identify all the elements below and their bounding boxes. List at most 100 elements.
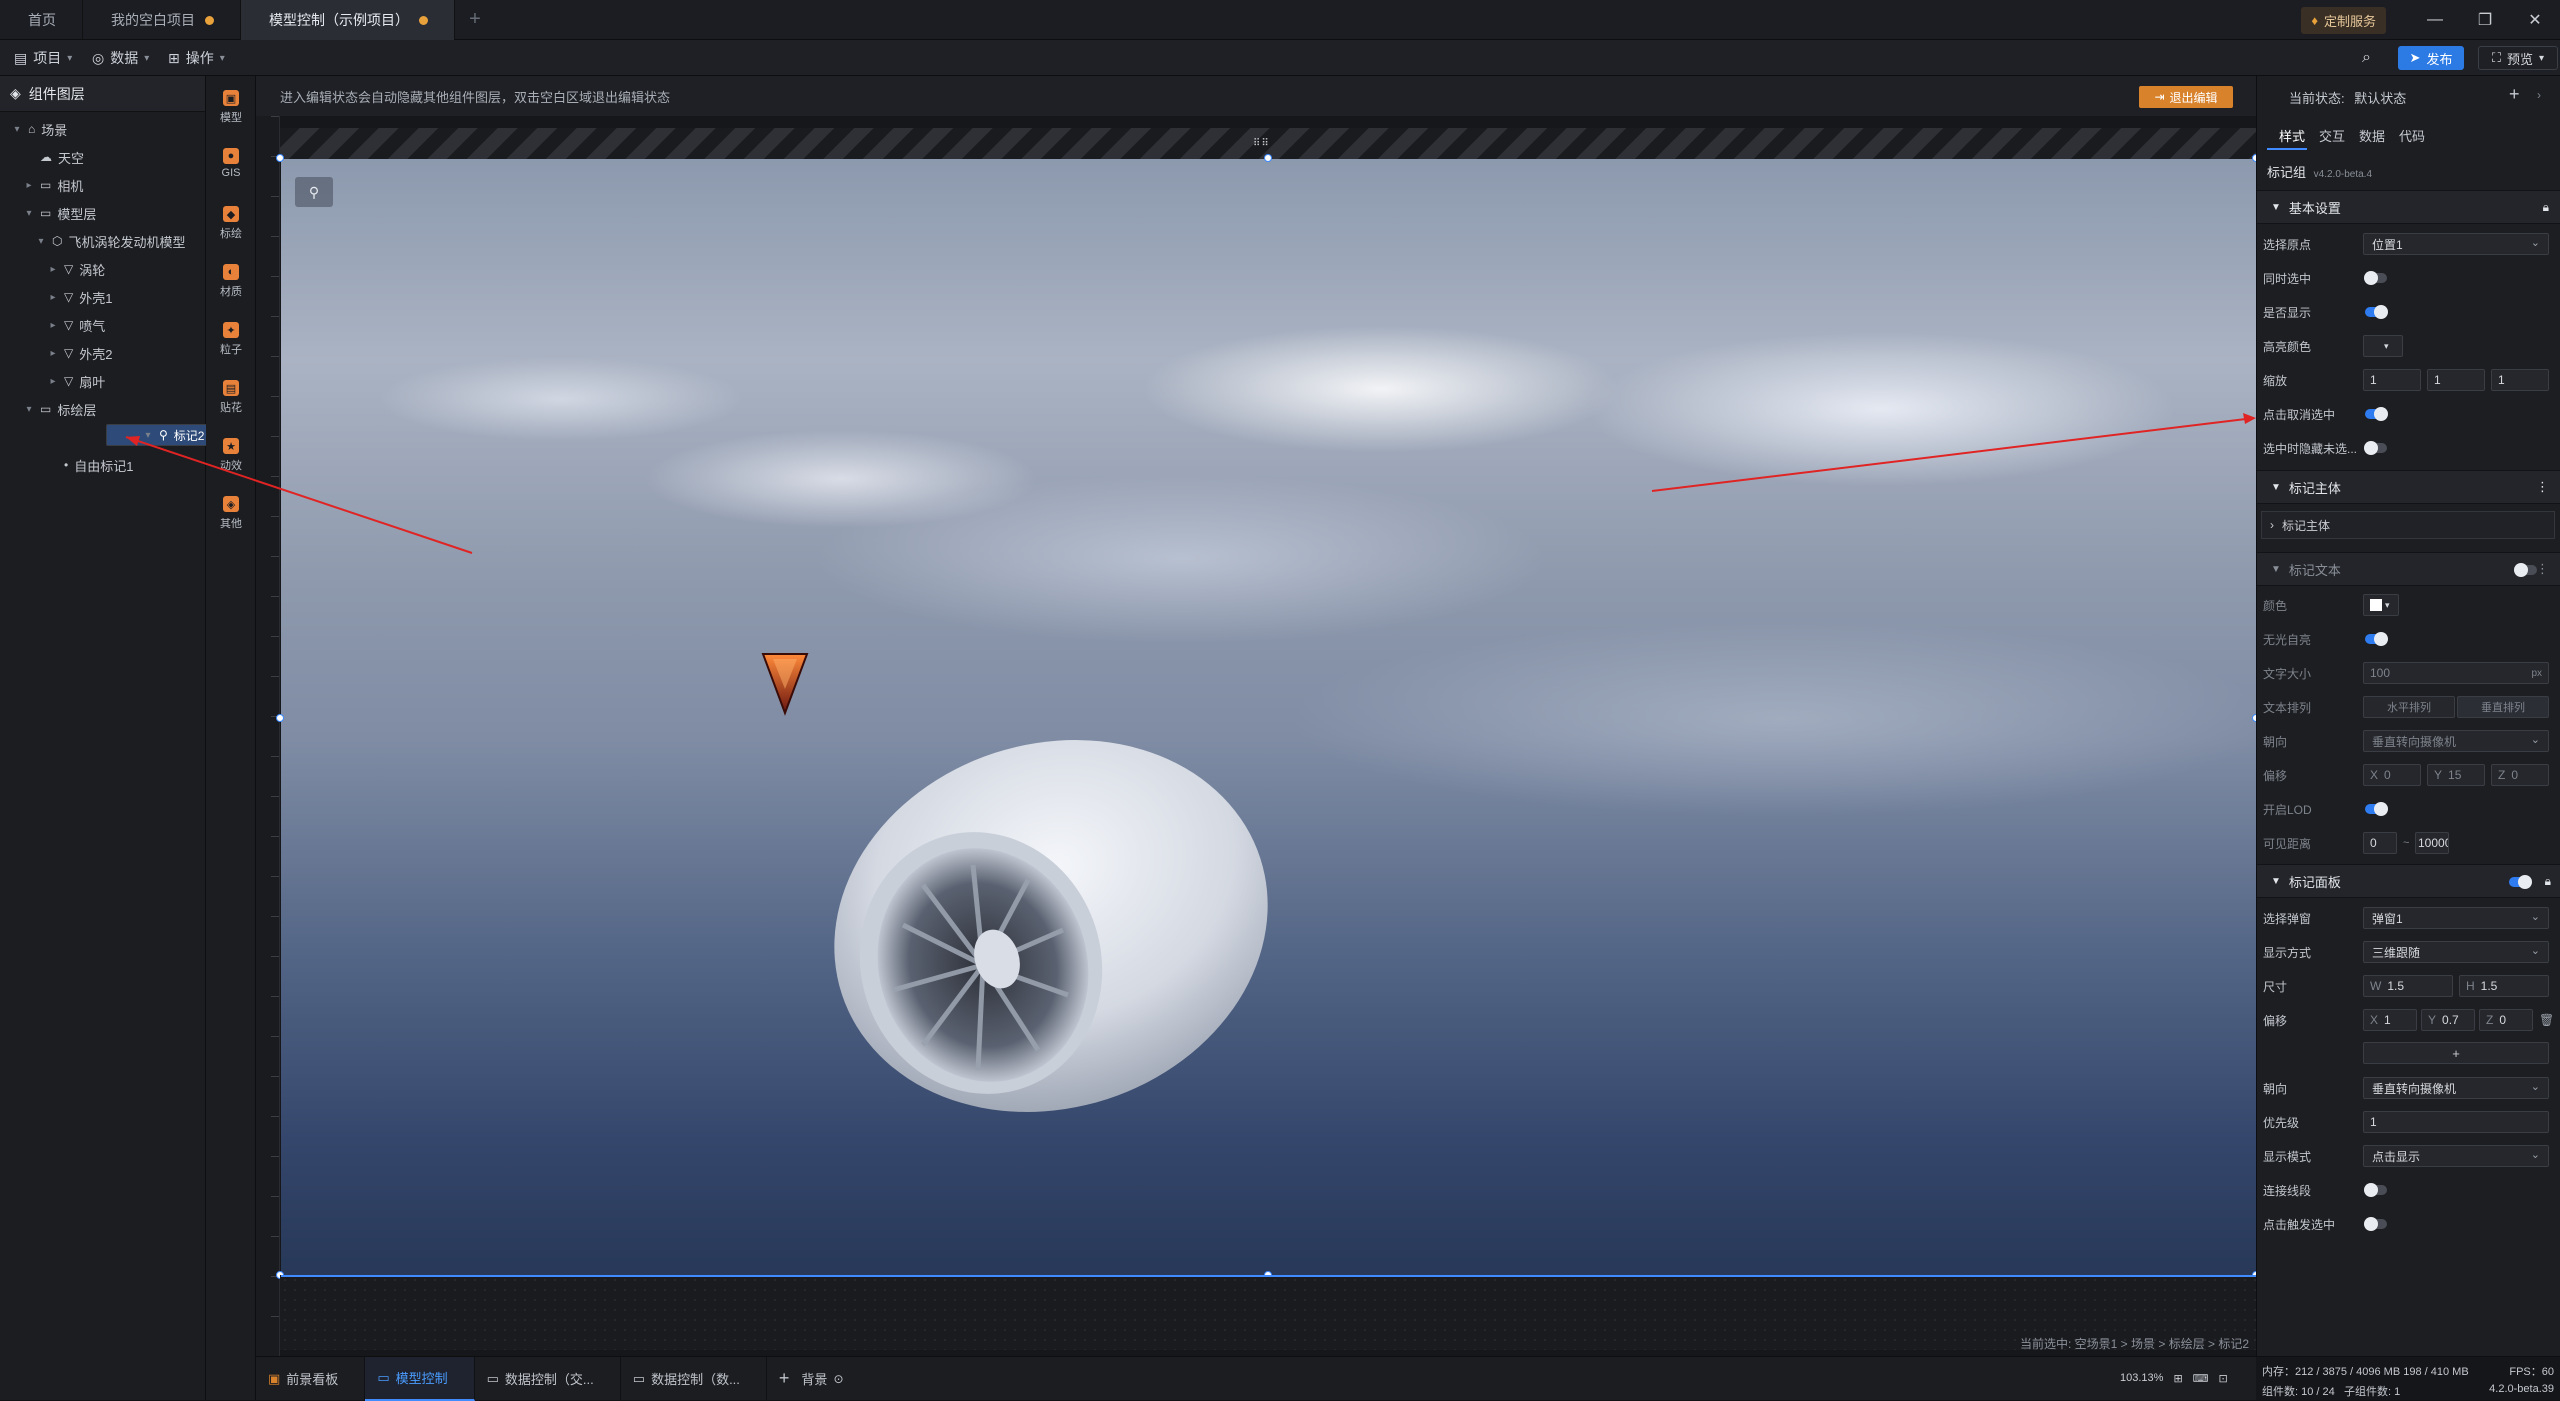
palette-item[interactable]: ◈ 其他 (206, 496, 256, 531)
origin-select[interactable]: 位置1 ⌄ (2363, 233, 2549, 255)
background-button[interactable]: 背景 ⊙ (801, 1357, 869, 1401)
marker-cone[interactable] (761, 653, 809, 716)
palette-item[interactable]: ◆ 标绘 (206, 206, 256, 241)
caret-down-icon[interactable]: ▾ (24, 208, 34, 219)
layer-item[interactable]: ▸ ▽ 涡轮 (0, 256, 205, 282)
marker-text-toggle[interactable] (2514, 563, 2537, 577)
text-offset-x[interactable]: X0 (2363, 764, 2421, 786)
glow-toggle[interactable] (2365, 632, 2388, 646)
layout-vertical-button[interactable]: 垂直排列 (2457, 696, 2549, 718)
layer-item[interactable]: ▾ ⌂ 场景 (0, 116, 205, 142)
popup-select[interactable]: 弹窗1 ⌄ (2363, 907, 2549, 929)
palette-item[interactable]: ✦ 粒子 (206, 322, 256, 357)
palette-item[interactable]: ◐ 材质 (206, 264, 256, 299)
engine-model[interactable] (786, 685, 1317, 1167)
palette-item[interactable]: ▣ 模型 (206, 90, 256, 125)
search-button[interactable]: ⌕ (2362, 40, 2371, 76)
sync-toggle[interactable] (2364, 271, 2387, 285)
preview-button[interactable]: ⛶ 预览 ▾ (2478, 46, 2558, 70)
tab-code[interactable]: 代码 (2399, 126, 2425, 145)
state-value[interactable]: 默认状态 (2354, 91, 2406, 106)
trash-icon[interactable]: 🗑︎ (2539, 1013, 2554, 1027)
caret-right-icon[interactable]: ▸ (48, 376, 58, 387)
tab-interaction[interactable]: 交互 (2319, 126, 2345, 145)
layer-item[interactable]: • 自由标记1 (0, 452, 205, 478)
page-tab-foreground[interactable]: ▣ 前景看板 (256, 1356, 366, 1401)
layer-item[interactable]: ☁ 天空 (0, 144, 205, 170)
caret-right-icon[interactable]: ▸ (48, 264, 58, 275)
panel-orient-select[interactable]: 垂直转向摄像机 ⌄ (2363, 1077, 2549, 1099)
page-tab-model-control[interactable]: ▭ 模型控制 (365, 1356, 475, 1401)
resize-handle-left[interactable] (276, 714, 284, 722)
range-min-input[interactable]: 0 (2363, 832, 2397, 854)
highlight-color-picker[interactable]: ▾ (2363, 335, 2403, 357)
tab-home[interactable]: 首页 (0, 0, 83, 40)
resize-handle-top[interactable] (1264, 154, 1272, 162)
zoom-level[interactable]: 103.13% (2120, 1372, 2163, 1384)
caret-right-icon[interactable]: ▸ (48, 292, 58, 303)
new-tab-button[interactable]: + (455, 0, 495, 39)
marker-panel-toggle[interactable] (2509, 875, 2532, 889)
3d-viewport[interactable]: ⚲ (281, 159, 2257, 1275)
keyboard-icon[interactable]: ⌨ (2193, 1372, 2209, 1385)
menu-project[interactable]: ▤ 项目 ▾ (14, 40, 72, 76)
display-select[interactable]: 三维跟随 ⌄ (2363, 941, 2549, 963)
resize-handle-top-left[interactable] (276, 154, 284, 162)
tab-data[interactable]: 数据 (2359, 126, 2385, 145)
page-tab-data-control-2[interactable]: ▭ 数据控制（数... (621, 1356, 767, 1401)
connect-line-toggle[interactable] (2364, 1183, 2387, 1197)
layer-item[interactable]: ▸ ▽ 喷气 (0, 312, 205, 338)
text-size-input[interactable]: 100 px (2363, 662, 2549, 684)
palette-item[interactable]: ● GIS (206, 148, 256, 179)
click-cancel-toggle[interactable] (2365, 407, 2388, 421)
layer-item[interactable]: ▸ ▽ 外壳2 (0, 340, 205, 366)
show-toggle[interactable] (2365, 305, 2388, 319)
add-state-button[interactable]: + (2509, 84, 2520, 105)
lock-icon[interactable]: 🔒︎ (2545, 874, 2551, 889)
caret-down-icon[interactable]: ▾ (12, 124, 22, 135)
panel-offset-y[interactable]: Y 0.7 (2421, 1009, 2475, 1031)
add-page-button[interactable]: + (767, 1357, 802, 1401)
layer-item[interactable]: ▾ ▭ 标绘层 (0, 396, 205, 422)
priority-input[interactable]: 1 (2363, 1111, 2549, 1133)
scale-y-input[interactable]: 1 (2427, 369, 2485, 391)
restore-button[interactable]: ❐ (2460, 0, 2510, 40)
chevron-right-icon[interactable]: › (2537, 88, 2541, 102)
range-max-input[interactable]: 10000 (2415, 832, 2449, 854)
panel-width-input[interactable]: W 1.5 (2363, 975, 2453, 997)
panel-offset-x[interactable]: X1 (2363, 1009, 2417, 1031)
add-offset-button[interactable]: + (2363, 1042, 2549, 1064)
terminal-icon[interactable]: ⊡ (2219, 1372, 2228, 1385)
palette-item[interactable]: ▤ 贴花 (206, 380, 256, 415)
more-icon[interactable]: ⋮ (2536, 561, 2549, 577)
tab-model-control[interactable]: 模型控制（示例项目） (241, 0, 455, 40)
publish-button[interactable]: ➤ 发布 (2398, 46, 2464, 70)
text-offset-y[interactable]: Y 15 (2427, 764, 2485, 786)
caret-right-icon[interactable]: ▸ (24, 180, 34, 191)
panel-height-input[interactable]: H 1.5 (2459, 975, 2549, 997)
text-offset-z[interactable]: Z0 (2491, 764, 2549, 786)
caret-right-icon[interactable]: ▸ (48, 320, 58, 331)
lod-toggle[interactable] (2365, 802, 2388, 816)
page-tab-data-control-1[interactable]: ▭ 数据控制（交... (475, 1356, 621, 1401)
menu-data[interactable]: ◎ 数据 ▾ (92, 40, 149, 76)
caret-down-icon[interactable]: ▾ (24, 404, 34, 415)
fit-screen-icon[interactable]: ⊞ (2173, 1372, 2182, 1385)
caret-down-icon[interactable]: ▾ (143, 430, 153, 441)
hide-toggle[interactable] (2364, 441, 2387, 455)
section-marker-body[interactable]: ▼ 标记主体 ⋮ (2257, 470, 2560, 504)
section-basic[interactable]: ▼ 基本设置 🔒︎ (2257, 190, 2560, 224)
layer-item[interactable]: ▸ ▽ 扇叶 (0, 368, 205, 394)
exit-edit-button[interactable]: ⇥ 退出编辑 (2139, 86, 2233, 108)
layer-item[interactable]: ▸ ▽ 外壳1 (0, 284, 205, 310)
marker-body-item[interactable]: › 标记主体 (2261, 511, 2555, 539)
section-marker-text[interactable]: ▼ 标记文本 ⋮ (2257, 552, 2560, 586)
scale-z-input[interactable]: 1 (2491, 369, 2549, 391)
click-select-toggle[interactable] (2364, 1217, 2387, 1231)
scale-x-input[interactable]: 1 (2363, 369, 2421, 391)
text-orient-select[interactable]: 垂直转向摄像机 ⌄ (2363, 730, 2549, 752)
panel-offset-z[interactable]: Z0 (2479, 1009, 2533, 1031)
caret-down-icon[interactable]: ▾ (36, 236, 46, 247)
caret-right-icon[interactable]: ▸ (48, 348, 58, 359)
lock-icon[interactable]: 🔒︎ (2543, 200, 2549, 215)
